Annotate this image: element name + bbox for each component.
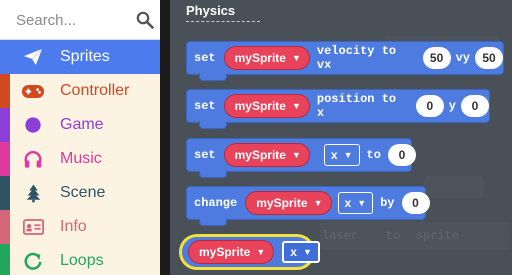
category-label: Sprites [60, 48, 110, 65]
sprite-variable-dropdown[interactable]: mySprite ▼ [188, 240, 275, 264]
headphones-icon [20, 148, 46, 170]
dropdown-caret-icon: ▼ [357, 198, 367, 208]
dropdown-caret-icon: ▼ [343, 150, 353, 160]
property-dropdown[interactable]: x ▼ [282, 241, 320, 263]
dropdown-caret-icon: ▼ [313, 198, 323, 208]
dropdown-caret-icon: ▼ [291, 53, 301, 63]
dropdown-caret-icon: ▼ [256, 247, 266, 257]
property-label: x [344, 196, 352, 210]
block-text: to [366, 148, 381, 162]
category-game[interactable]: Game [0, 108, 160, 142]
category-color-stripe [0, 74, 10, 108]
dropdown-caret-icon: ▼ [302, 247, 312, 257]
value-input[interactable]: 0 [387, 144, 416, 166]
block-text: y [448, 99, 456, 113]
property-label: x [330, 148, 338, 162]
set-position-block[interactable]: set mySprite ▼ position to x 0 y 0 [186, 89, 490, 129]
category-label: Scene [60, 184, 106, 201]
property-dropdown[interactable]: x ▼ [323, 144, 360, 166]
sprite-variable-label: mySprite [234, 99, 286, 113]
block-text: by [380, 196, 395, 210]
dropdown-caret-icon: ▼ [291, 150, 301, 160]
set-property-block[interactable]: set mySprite ▼ x ▼ to 0 [186, 138, 416, 178]
category-color-stripe [0, 40, 10, 74]
x-input[interactable]: 0 [415, 95, 444, 117]
loop-icon [20, 250, 46, 272]
category-music[interactable]: Music [0, 142, 160, 176]
category-label: Loops [60, 252, 104, 269]
toolbox-sidebar: Sprites Controller Game Music Scene Info Loops [0, 0, 170, 275]
sprite-variable-label: mySprite [234, 51, 286, 65]
block-keyword: set [194, 99, 216, 113]
category-color-stripe [0, 142, 10, 176]
block-text: vy [455, 51, 470, 65]
block-keyword: set [194, 148, 216, 162]
category-loops[interactable]: Loops [0, 244, 160, 275]
category-info[interactable]: Info [0, 210, 160, 244]
category-label: Info [60, 218, 87, 235]
vx-input[interactable]: 50 [422, 47, 451, 69]
category-label: Controller [60, 82, 130, 99]
category-controller[interactable]: Controller [0, 74, 160, 108]
paper-plane-icon [20, 46, 46, 68]
block-text: position to x [316, 92, 397, 120]
sprite-variable-dropdown[interactable]: mySprite ▼ [223, 94, 310, 118]
search-icon[interactable] [136, 11, 154, 29]
block-keyword: change [194, 196, 238, 210]
property-dropdown[interactable]: x ▼ [337, 192, 374, 214]
section-title: Physics [186, 3, 236, 18]
value-input[interactable]: 0 [401, 192, 430, 214]
category-color-stripe [0, 210, 10, 244]
category-label: Game [60, 116, 104, 133]
set-velocity-block[interactable]: set mySprite ▼ velocity to vx 50 vy 50 [186, 41, 504, 81]
dropdown-caret-icon: ▼ [291, 101, 301, 111]
category-label: Music [60, 150, 102, 167]
gamepad-icon [20, 80, 46, 102]
circle-icon [20, 114, 46, 136]
category-color-stripe [0, 108, 10, 142]
block-text: velocity to vx [316, 44, 397, 72]
sprite-variable-dropdown[interactable]: mySprite ▼ [223, 46, 310, 70]
sprite-variable-dropdown[interactable]: mySprite ▼ [245, 191, 332, 215]
search-input[interactable] [16, 10, 128, 30]
category-scene[interactable]: Scene [0, 176, 160, 210]
y-input[interactable]: 0 [461, 95, 489, 117]
change-property-block[interactable]: change mySprite ▼ x ▼ by 0 [186, 186, 430, 226]
category-color-stripe [0, 244, 10, 275]
section-divider [186, 21, 260, 22]
sprite-variable-label: mySprite [256, 196, 308, 210]
id-card-icon [20, 216, 46, 238]
property-label: x [290, 245, 297, 259]
vy-input[interactable]: 50 [475, 47, 503, 69]
category-color-stripe [0, 176, 10, 210]
category-sprites[interactable]: Sprites [0, 40, 160, 74]
sprite-variable-label: mySprite [234, 148, 286, 162]
block-keyword: set [194, 51, 216, 65]
toolbox-search [0, 0, 160, 40]
sprite-variable-dropdown[interactable]: mySprite ▼ [223, 143, 310, 167]
tree-icon [20, 182, 46, 204]
category-list: Sprites Controller Game Music Scene Info Loops [0, 40, 160, 275]
sprite-variable-label: mySprite [199, 245, 251, 259]
sprite-property-reporter[interactable]: mySprite ▼ x ▼ [179, 234, 320, 270]
